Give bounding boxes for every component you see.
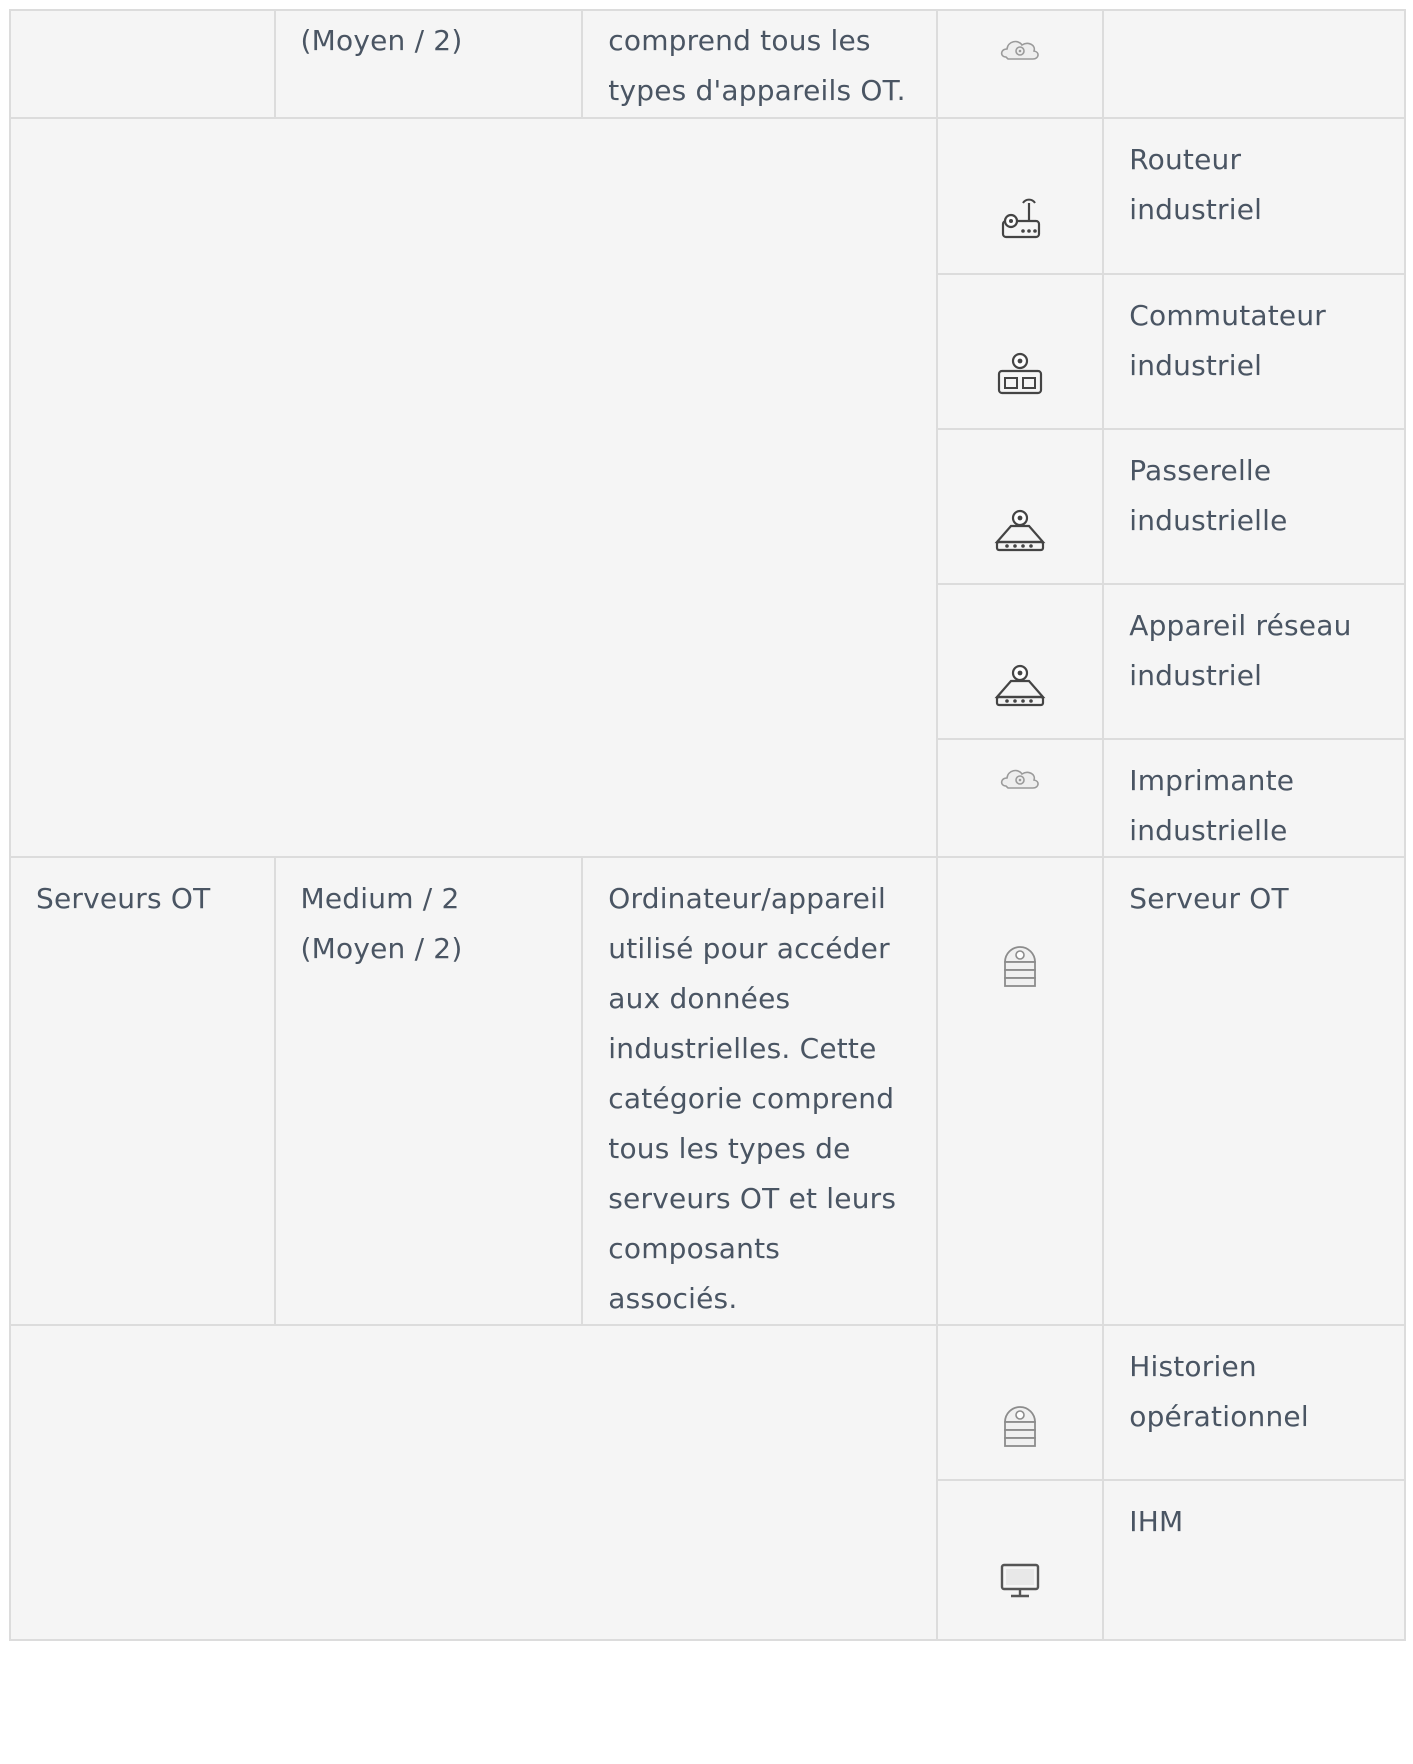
type-label: Routeur industriel	[1129, 143, 1263, 226]
category-cell	[9, 9, 276, 119]
industrial-switch-icon	[993, 347, 1047, 401]
monitor-icon	[993, 1553, 1047, 1607]
icon-cell	[936, 583, 1105, 740]
type-cell: IHM	[1102, 1479, 1406, 1641]
icon-cell	[936, 9, 1105, 119]
risk-text: Medium / 2 (Moyen / 2)	[276, 858, 582, 974]
empty-merged-cell	[8, 117, 939, 858]
ot-server-icon	[993, 1398, 1047, 1452]
category-name: Serveurs OT	[36, 882, 211, 915]
industrial-router-icon	[993, 191, 1047, 245]
type-label: Commutateur industriel	[1129, 299, 1327, 382]
risk-text: (Moyen / 2)	[300, 24, 463, 57]
type-label: Serveur OT	[1129, 882, 1289, 915]
type-cell: Routeur industriel	[1102, 117, 1406, 275]
description-cell: Ordinateur/appareil utilisé pour accéder…	[581, 856, 939, 1326]
risk-line-1: Medium / 2	[300, 882, 460, 915]
risk-line-2: (Moyen / 2)	[300, 932, 463, 965]
industrial-cloud-icon	[998, 31, 1042, 69]
table-row: Serveurs OT Medium / 2 (Moyen / 2) Ordin…	[9, 856, 1406, 1326]
type-cell: Serveur OT	[1102, 856, 1406, 1326]
risk-cell: Medium / 2 (Moyen / 2)	[273, 856, 584, 1326]
table-row: Routeur industriel	[8, 117, 1406, 858]
description-text: Ordinateur/appareil utilisé pour accéder…	[608, 882, 897, 1315]
icon-cell	[936, 856, 1105, 1326]
industrial-network-device-icon	[993, 657, 1047, 711]
type-label: IHM	[1129, 1505, 1184, 1538]
description-cell: comprend tous les types d'appareils OT.	[581, 9, 939, 119]
type-cell	[1102, 9, 1406, 119]
icon-cell	[936, 1324, 1105, 1481]
type-label: Imprimante industrielle	[1129, 764, 1295, 847]
type-label: Passerelle industrielle	[1129, 454, 1288, 537]
industrial-cloud-icon	[998, 760, 1042, 798]
page: (Moyen / 2) comprend tous les types d'ap…	[0, 0, 1413, 1764]
table-row: Historien opérationnel	[8, 1324, 1406, 1641]
icon-cell	[936, 273, 1105, 430]
icon-cell	[936, 738, 1105, 858]
icon-cell	[936, 428, 1105, 585]
risk-cell: (Moyen / 2)	[273, 9, 584, 119]
table-row: (Moyen / 2) comprend tous les types d'ap…	[9, 9, 1406, 119]
type-cell: Appareil réseau industriel	[1102, 583, 1406, 740]
empty-merged-cell	[8, 1324, 939, 1641]
industrial-gateway-icon	[993, 502, 1047, 556]
type-cell: Passerelle industrielle	[1102, 428, 1406, 585]
ot-server-icon	[993, 938, 1047, 992]
category-cell: Serveurs OT	[9, 856, 276, 1326]
type-cell: Commutateur industriel	[1102, 273, 1406, 430]
icon-cell	[936, 1479, 1105, 1641]
device-category-table: (Moyen / 2) comprend tous les types d'ap…	[8, 9, 1406, 1641]
type-cell: Imprimante industrielle	[1102, 738, 1406, 858]
type-label: Historien opérationnel	[1129, 1350, 1309, 1433]
type-cell: Historien opérationnel	[1102, 1324, 1406, 1481]
description-text: comprend tous les types d'appareils OT.	[608, 24, 906, 107]
type-label: Appareil réseau industriel	[1129, 609, 1352, 692]
icon-cell	[936, 117, 1105, 275]
